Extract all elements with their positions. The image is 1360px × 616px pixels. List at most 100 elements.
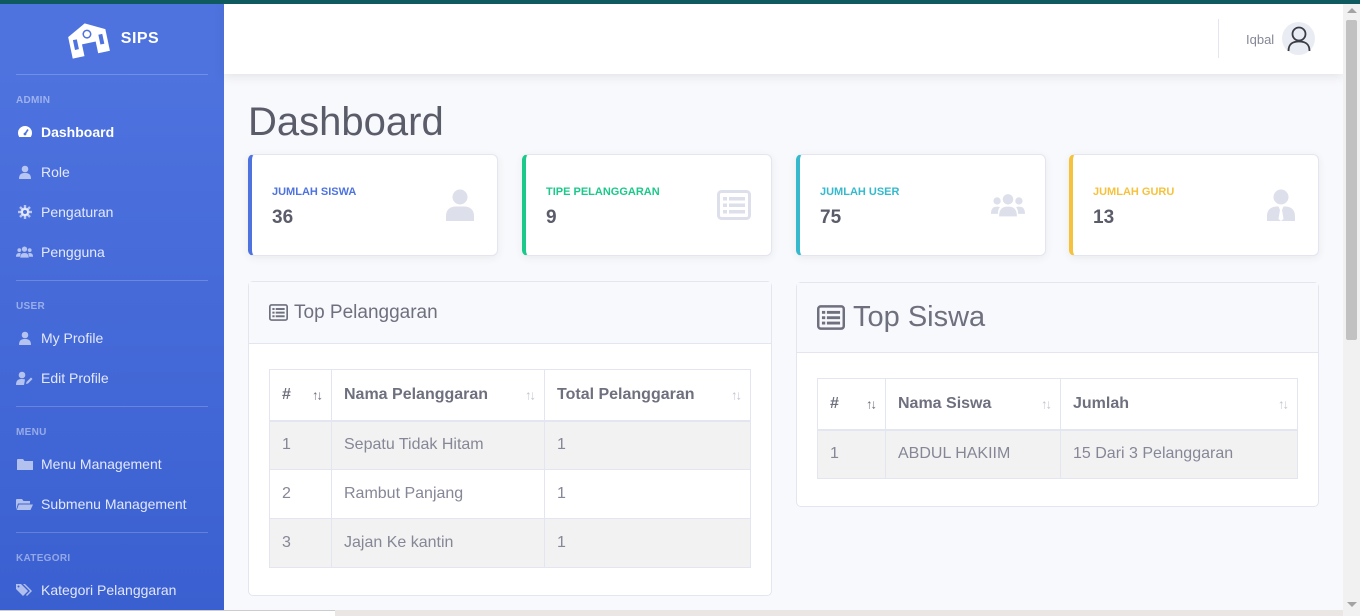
sidebar-item-label: Pengaturan <box>41 204 114 220</box>
table-cell: Sepatu Tidak Hitam <box>331 420 545 470</box>
stat-value: 9 <box>546 207 557 228</box>
top-siswa-header: Top Siswa <box>797 283 1318 353</box>
stat-value: 36 <box>272 207 294 228</box>
stat-label: TIPE PELANGGARAN <box>546 186 660 198</box>
sidebar-item-label: Role <box>41 164 70 180</box>
tags-icon <box>16 583 33 597</box>
sort-icon: ↑↓ <box>1041 396 1052 412</box>
tachometer-icon <box>16 125 33 139</box>
table-cell: 1 <box>544 420 751 470</box>
sidebar-item-label: Submenu Management <box>41 496 187 512</box>
column-header-number[interactable]: # ↑↓ <box>817 378 886 430</box>
table-cell: 15 Dari 3 Pelanggaran <box>1060 429 1298 479</box>
user-icon <box>16 331 33 345</box>
sort-icon: ↑↓ <box>1278 396 1289 412</box>
top-siswa-table: # ↑↓ Nama Siswa ↑↓ Jumlah ↑↓ 1 ABDUL HAKIIM… <box>817 378 1298 479</box>
card-title: Top Siswa <box>853 301 986 333</box>
card-title: Top Pelanggaran <box>294 301 438 323</box>
stat-label: JUMLAH GURU <box>1093 186 1175 198</box>
sidebar-item-label: Kategori Pelanggaran <box>41 582 177 598</box>
list-alt-icon <box>817 305 845 330</box>
gear-icon <box>16 205 33 219</box>
bottom-edge <box>224 610 1343 616</box>
top-pelanggaran-card: Top Pelanggaran # ↑↓ Nama Pelanggaran ↑↓ T… <box>248 281 772 596</box>
users-icon <box>16 245 33 259</box>
sidebar-item-my-profile[interactable]: My Profile <box>0 318 224 358</box>
stat-label: JUMLAH SISWA <box>272 186 357 198</box>
sidebar-item-label: Pengguna <box>41 244 105 260</box>
sidebar-item-label: Dashboard <box>41 124 115 140</box>
sidebar-heading-admin: ADMIN <box>16 95 51 106</box>
user-icon <box>443 188 477 222</box>
table-cell: ABDUL HAKIIM <box>885 429 1061 479</box>
sidebar-item-menu-management[interactable]: Menu Management <box>0 444 224 484</box>
sort-icon: ↑↓ <box>525 387 536 403</box>
list-alt-icon <box>269 304 288 321</box>
table-cell: 1 <box>817 429 886 479</box>
avatar[interactable] <box>1282 22 1315 55</box>
sidebar-heading-user: USER <box>16 301 45 312</box>
window-top-border <box>0 0 1360 4</box>
table-row: 1 ABDUL HAKIIM 15 Dari 3 Pelanggaran <box>817 429 1298 479</box>
sidebar-heading-kategori: KATEGORI <box>16 553 71 564</box>
sidebar-item-edit-profile[interactable]: Edit Profile <box>0 358 224 398</box>
folder-open-icon <box>16 497 33 511</box>
topbar: Iqbal <box>224 4 1343 74</box>
sidebar-heading-menu: MENU <box>16 427 47 438</box>
sidebar-item-role[interactable]: Role <box>0 152 224 192</box>
table-row: 2 Rambut Panjang 1 <box>269 469 751 519</box>
school-icon <box>65 19 111 59</box>
top-pelanggaran-header: Top Pelanggaran <box>249 282 771 344</box>
sidebar-item-label: My Profile <box>41 330 104 346</box>
stat-value: 13 <box>1093 207 1115 228</box>
table-row: 1 Sepatu Tidak Hitam 1 <box>269 420 751 470</box>
stat-card-jumlah-siswa: JUMLAH SISWA 36 <box>248 154 498 256</box>
column-header-total-pelanggaran[interactable]: Total Pelanggaran ↑↓ <box>544 369 751 421</box>
table-row: 3 Jajan Ke kantin 1 <box>269 518 751 568</box>
sidebar-item-label: Edit Profile <box>41 370 109 386</box>
sidebar: SIPS ADMIN Dashboard Role Pengaturan Pen… <box>0 4 224 616</box>
table-cell: 1 <box>269 420 332 470</box>
sidebar-item-submenu-management[interactable]: Submenu Management <box>0 484 224 524</box>
column-header-nama-pelanggaran[interactable]: Nama Pelanggaran ↑↓ <box>331 369 545 421</box>
user-name[interactable]: Iqbal <box>1246 32 1274 47</box>
table-cell: 2 <box>269 469 332 519</box>
user-tie-icon <box>1264 188 1298 222</box>
page-title: Dashboard <box>248 100 444 144</box>
stat-card-jumlah-user: JUMLAH USER 75 <box>796 154 1046 256</box>
sort-icon: ↑↓ <box>731 387 742 403</box>
column-header-number[interactable]: # ↑↓ <box>269 369 332 421</box>
stat-label: JUMLAH USER <box>820 186 900 198</box>
table-cell: Rambut Panjang <box>331 469 545 519</box>
column-header-jumlah[interactable]: Jumlah ↑↓ <box>1060 378 1298 430</box>
user-edit-icon <box>16 371 33 385</box>
stat-card-jumlah-guru: JUMLAH GURU 13 <box>1069 154 1319 256</box>
sidebar-brand[interactable]: SIPS <box>0 4 224 74</box>
topbar-divider <box>1218 19 1219 58</box>
folder-icon <box>16 457 33 471</box>
sidebar-item-pengguna[interactable]: Pengguna <box>0 232 224 272</box>
column-header-nama-siswa[interactable]: Nama Siswa ↑↓ <box>885 378 1061 430</box>
users-icon <box>991 188 1025 222</box>
stat-value: 75 <box>820 207 842 228</box>
user-icon <box>16 165 33 179</box>
table-cell: 1 <box>544 469 751 519</box>
sort-icon: ↑↓ <box>312 387 323 403</box>
list-alt-icon <box>717 188 751 222</box>
scroll-up-arrow-icon[interactable] <box>1347 8 1357 13</box>
sidebar-item-pengaturan[interactable]: Pengaturan <box>0 192 224 232</box>
stat-card-tipe-pelanggaran: TIPE PELANGGARAN 9 <box>522 154 772 256</box>
table-cell: Jajan Ke kantin <box>331 518 545 568</box>
bottom-edge-left <box>0 610 335 616</box>
top-siswa-card: Top Siswa # ↑↓ Nama Siswa ↑↓ Jumlah ↑↓ 1 AB… <box>796 282 1319 507</box>
scrollbar-thumb[interactable] <box>1346 20 1357 340</box>
sidebar-item-label: Menu Management <box>41 456 162 472</box>
top-pelanggaran-table: # ↑↓ Nama Pelanggaran ↑↓ Total Pelanggaran… <box>269 369 751 568</box>
scroll-down-arrow-icon[interactable] <box>1347 602 1357 607</box>
user-avatar-icon <box>1287 26 1310 51</box>
sidebar-item-dashboard[interactable]: Dashboard <box>0 112 224 152</box>
table-cell: 3 <box>269 518 332 568</box>
table-cell: 1 <box>544 518 751 568</box>
sort-icon: ↑↓ <box>866 396 877 412</box>
sidebar-item-kategori-pelanggaran[interactable]: Kategori Pelanggaran <box>0 570 224 610</box>
